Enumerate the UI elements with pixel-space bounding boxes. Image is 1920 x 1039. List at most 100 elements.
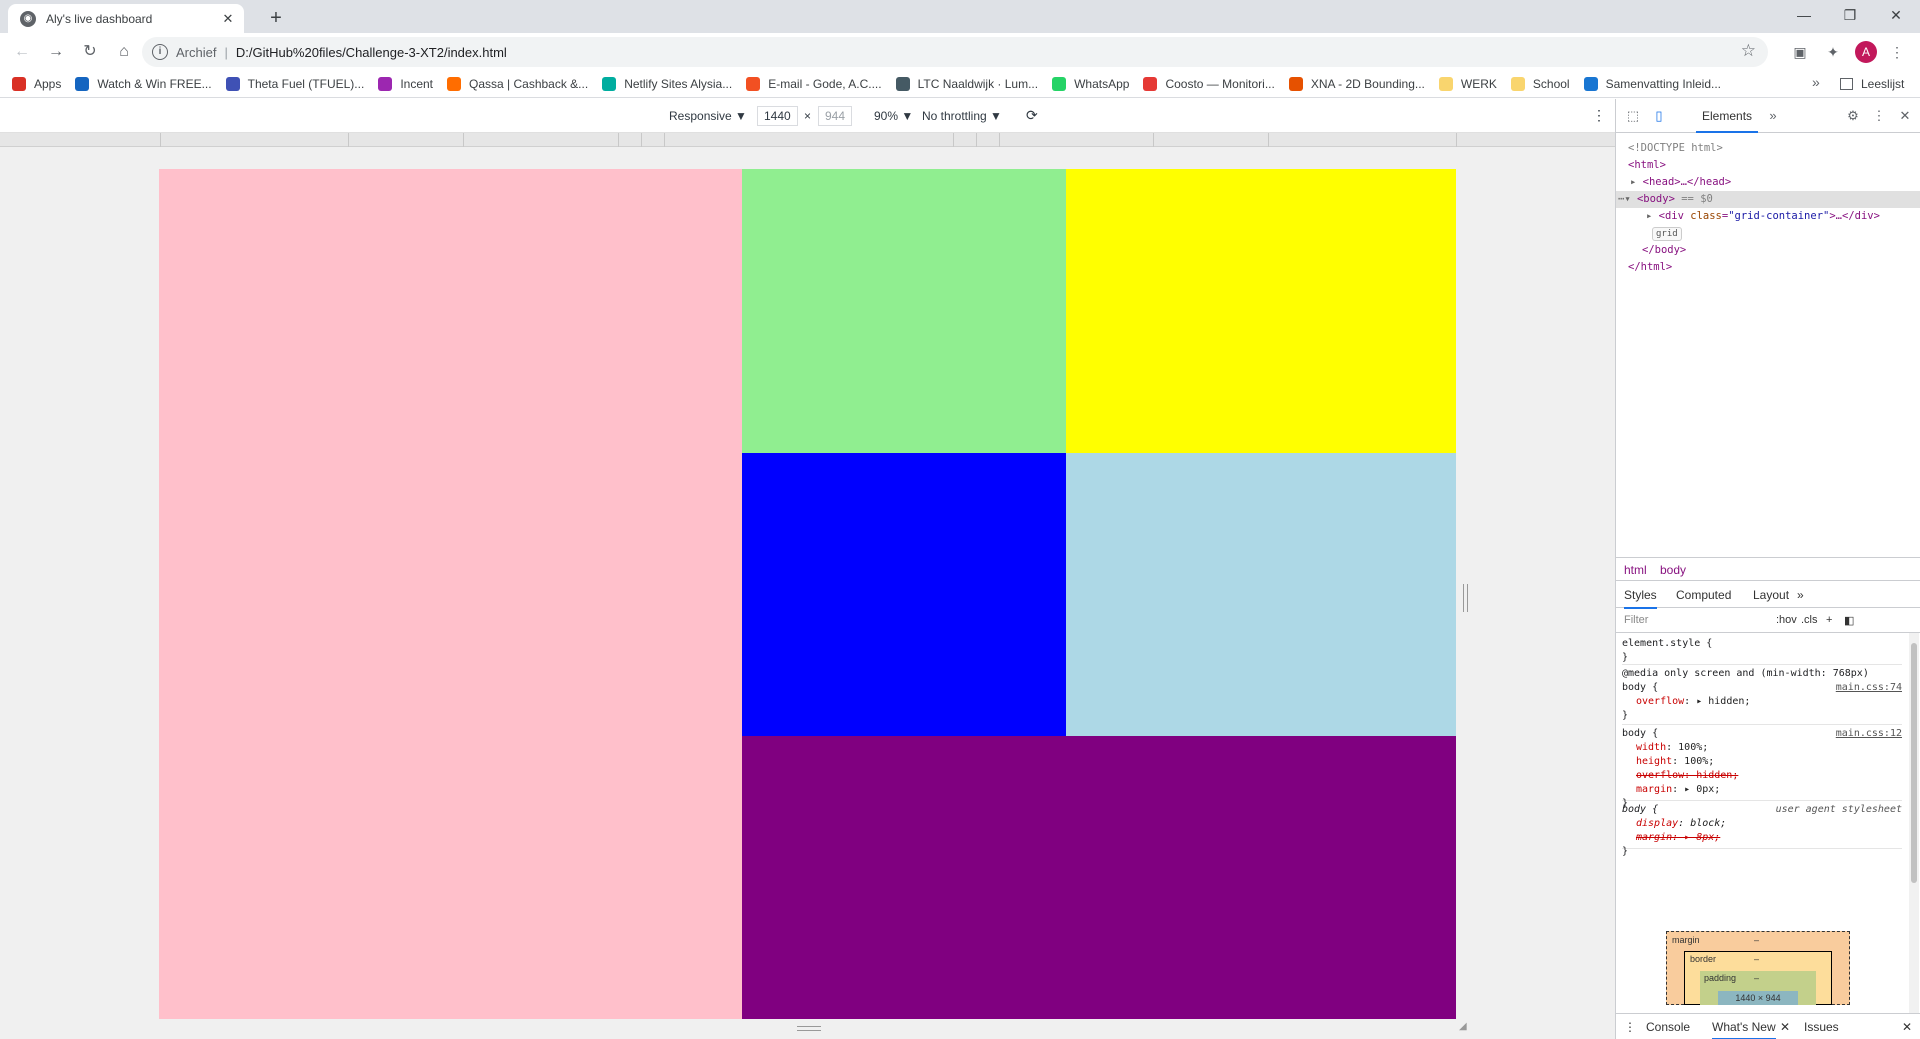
dom-html-close[interactable]: </html> <box>1628 259 1672 276</box>
ruler-segment[interactable] <box>664 133 665 147</box>
dom-doctype[interactable]: <!DOCTYPE html> <box>1628 140 1723 157</box>
viewport-height-input[interactable]: 944 <box>818 106 853 126</box>
bookmarks-overflow-icon[interactable]: » <box>1812 74 1820 90</box>
device-toggle-icon[interactable]: ▯ <box>1650 107 1668 125</box>
box-model-content[interactable]: 1440 × 944 <box>1718 991 1798 1005</box>
subtabs-more-icon[interactable]: » <box>1797 588 1804 602</box>
bookmark-item[interactable]: LTC Naaldwijk · Lum... <box>895 77 1038 91</box>
breadcrumb-body[interactable]: body <box>1660 563 1686 577</box>
styles-scrollbar[interactable] <box>1909 633 1919 1023</box>
bookmark-item[interactable]: Coosto — Monitori... <box>1143 77 1275 91</box>
reading-list-button[interactable]: Leeslijst <box>1840 77 1904 91</box>
bookmark-item[interactable]: XNA - 2D Bounding... <box>1288 77 1425 91</box>
viewport-resize-handle-right[interactable] <box>1463 584 1468 612</box>
back-button[interactable]: ← <box>6 38 38 66</box>
bookmark-star-icon[interactable]: ☆ <box>1741 41 1756 61</box>
grid-badge[interactable]: grid <box>1652 227 1682 241</box>
tab-styles[interactable]: Styles <box>1624 588 1657 609</box>
media-query-ruler[interactable] <box>0 133 1615 147</box>
window-close-button[interactable]: ✕ <box>1873 0 1919 30</box>
drawer-menu-icon[interactable]: ⋮ <box>1624 1020 1636 1034</box>
device-toolbar-more-icon[interactable]: ⋮ <box>1592 107 1606 124</box>
zoom-select[interactable]: 90% ▼ <box>874 109 913 123</box>
declaration-height[interactable]: height: 100%; <box>1622 755 1902 769</box>
declaration-overflow-disabled[interactable]: overflow: hidden; <box>1622 769 1902 783</box>
ruler-segment[interactable] <box>1153 133 1154 147</box>
drawer-close-icon[interactable]: ✕ <box>1902 1020 1912 1034</box>
viewport-resize-handle-bottom[interactable] <box>797 1026 821 1031</box>
declaration-width[interactable]: width: 100%; <box>1622 741 1902 755</box>
new-rule-button[interactable]: + <box>1826 614 1832 626</box>
drawer-tab-whats-new[interactable]: What's New <box>1712 1020 1776 1039</box>
computed-sidebar-icon[interactable]: ◧ <box>1844 614 1854 627</box>
reload-button[interactable]: ↻ <box>74 38 106 66</box>
breadcrumb-html[interactable]: html <box>1624 563 1647 577</box>
restore-button[interactable]: ❐ <box>1827 0 1873 30</box>
styles-filter-input[interactable]: Filter <box>1624 614 1648 626</box>
element-style-selector[interactable]: element.style { <box>1622 637 1902 651</box>
bookmark-item[interactable]: School <box>1510 77 1570 91</box>
more-tabs-icon[interactable]: » <box>1764 107 1782 125</box>
tab-computed[interactable]: Computed <box>1676 588 1731 602</box>
ruler-segment[interactable] <box>463 133 464 147</box>
bookmark-item[interactable]: Theta Fuel (TFUEL)... <box>225 77 364 91</box>
drawer-tab-issues[interactable]: Issues <box>1804 1020 1839 1034</box>
tab-layout[interactable]: Layout <box>1753 588 1789 602</box>
declaration-overflow[interactable]: overflow: ▸ hidden; <box>1622 695 1902 709</box>
settings-gear-icon[interactable]: ⚙ <box>1844 107 1862 125</box>
device-mode-select[interactable]: Responsive ▼ <box>669 109 747 123</box>
bookmark-item[interactable]: Qassa | Cashback &... <box>447 77 588 91</box>
source-link[interactable]: main.css:74 <box>1836 681 1902 695</box>
dom-head[interactable]: ▸ <head>…</head> <box>1630 174 1731 191</box>
cls-toggle[interactable]: .cls <box>1801 614 1818 626</box>
tab-close-icon[interactable]: ✕ <box>220 11 236 27</box>
site-info-icon[interactable]: i <box>152 44 168 60</box>
dom-grid-div[interactable]: ▸ <div class="grid-container">…</div> <box>1646 208 1880 225</box>
address-url[interactable]: D:/GitHub%20files/Challenge-3-XT2/index.… <box>236 45 507 60</box>
browser-menu-icon[interactable]: ⋮ <box>1885 40 1909 64</box>
ruler-segment[interactable] <box>641 133 642 147</box>
ruler-segment[interactable] <box>348 133 349 147</box>
extensions-puzzle-icon[interactable]: ✦ <box>1821 40 1845 64</box>
bookmark-item[interactable]: Apps <box>12 77 61 91</box>
ruler-segment[interactable] <box>976 133 977 147</box>
minimize-button[interactable]: — <box>1781 0 1827 30</box>
ruler-segment[interactable] <box>953 133 954 147</box>
whats-new-close-icon[interactable]: ✕ <box>1780 1020 1790 1034</box>
inspect-element-icon[interactable]: ⬚ <box>1624 107 1642 125</box>
tab-active[interactable]: ◉ Aly's live dashboard ✕ <box>8 4 244 33</box>
devtools-menu-icon[interactable]: ⋮ <box>1870 107 1888 125</box>
declaration-margin[interactable]: margin: ▸ 0px; <box>1622 783 1902 797</box>
bookmark-item[interactable]: Watch & Win FREE... <box>75 77 212 91</box>
ruler-segment[interactable] <box>1456 133 1457 147</box>
dom-html-open[interactable]: <html> <box>1628 157 1666 174</box>
extension-icon[interactable]: ▣ <box>1788 40 1812 64</box>
drawer-tab-console[interactable]: Console <box>1646 1020 1690 1034</box>
source-link[interactable]: main.css:12 <box>1836 727 1902 741</box>
viewport-resize-handle-corner[interactable]: ◢ <box>1459 1021 1471 1033</box>
profile-avatar[interactable]: A <box>1855 41 1877 63</box>
dom-body-selected[interactable]: ⋯▾ <body> == $0 <box>1616 191 1920 208</box>
bookmark-item[interactable]: Incent <box>378 77 433 91</box>
bookmark-item[interactable]: Netlify Sites Alysia... <box>602 77 732 91</box>
throttling-select[interactable]: No throttling ▼ <box>922 109 1002 123</box>
devtools-close-icon[interactable]: ✕ <box>1896 107 1914 125</box>
scrollbar-thumb[interactable] <box>1911 643 1917 883</box>
ruler-segment[interactable] <box>999 133 1000 147</box>
bookmark-item[interactable]: WhatsApp <box>1052 77 1129 91</box>
bookmark-item[interactable]: WERK <box>1438 77 1497 91</box>
ruler-segment[interactable] <box>1268 133 1269 147</box>
forward-button[interactable]: → <box>40 38 72 66</box>
dom-body-close[interactable]: </body> <box>1642 242 1686 259</box>
ruler-segment[interactable] <box>618 133 619 147</box>
address-bar[interactable]: i Archief | D:/GitHub%20files/Challenge-… <box>142 37 1768 67</box>
bookmark-item[interactable]: E-mail - Gode, A.C.... <box>746 77 882 91</box>
tab-elements[interactable]: Elements <box>1696 99 1759 133</box>
hov-toggle[interactable]: :hov <box>1776 614 1797 626</box>
rotate-icon[interactable]: ⟳ <box>1026 107 1038 124</box>
new-tab-button[interactable]: + <box>262 6 290 30</box>
bookmark-item[interactable]: Samenvatting Inleid... <box>1583 77 1721 91</box>
home-button[interactable]: ⌂ <box>108 38 140 66</box>
viewport-width-input[interactable]: 1440 <box>757 106 798 126</box>
ruler-segment[interactable] <box>160 133 161 147</box>
